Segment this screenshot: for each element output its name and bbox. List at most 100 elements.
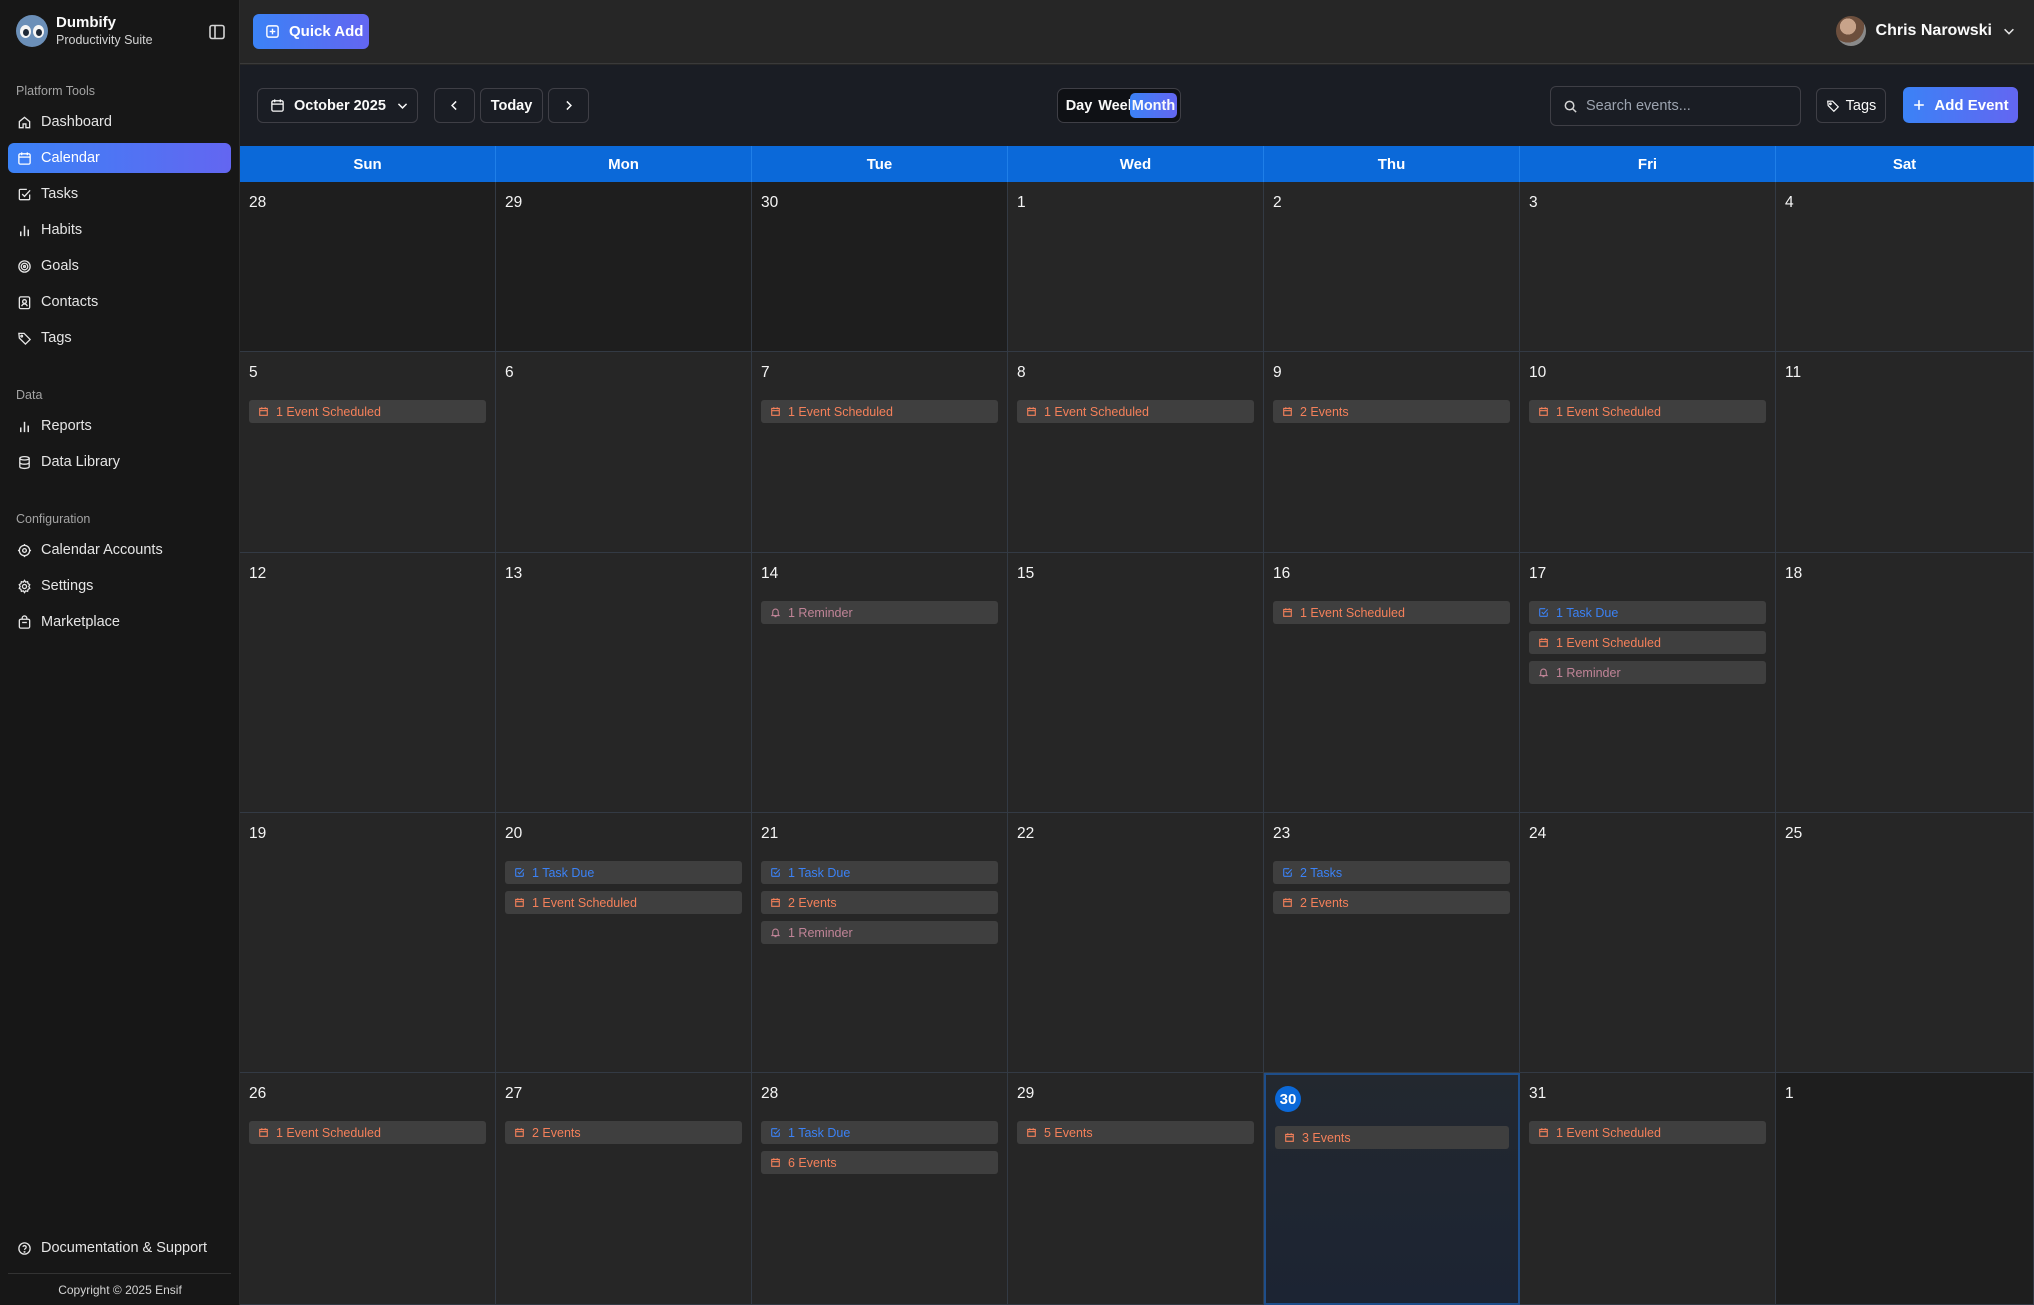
- day-cell[interactable]: 21 1 Task Due 2 Events 1 Reminder: [752, 813, 1008, 1073]
- day-cell[interactable]: 15: [1008, 553, 1264, 813]
- event-summary-pill[interactable]: 6 Events: [761, 1151, 998, 1174]
- day-cell[interactable]: 24: [1520, 813, 1776, 1073]
- user-menu[interactable]: Chris Narowski: [1835, 16, 2016, 46]
- day-cell[interactable]: 31 1 Event Scheduled: [1520, 1073, 1776, 1305]
- day-cell[interactable]: 27 2 Events: [496, 1073, 752, 1305]
- brand[interactable]: Dumbify Productivity Suite: [16, 14, 153, 48]
- event-summary-pill[interactable]: 1 Event Scheduled: [761, 400, 998, 423]
- pill-label: 1 Task Due: [1556, 605, 1619, 620]
- sidebar-item-calendar[interactable]: Calendar: [8, 143, 231, 173]
- task-summary-pill[interactable]: 1 Task Due: [1529, 601, 1766, 624]
- day-cell[interactable]: 3: [1520, 182, 1776, 352]
- task-summary-pill[interactable]: 1 Task Due: [761, 1121, 998, 1144]
- quick-add-button[interactable]: Quick Add: [253, 14, 369, 49]
- search-box: [1550, 86, 1801, 126]
- event-summary-pill[interactable]: 1 Event Scheduled: [249, 400, 486, 423]
- weekday-tue: Tue: [752, 146, 1008, 182]
- event-summary-pill[interactable]: 2 Events: [1273, 891, 1510, 914]
- day-cell-today[interactable]: 30 3 Events: [1264, 1073, 1520, 1305]
- day-cell[interactable]: 12: [240, 553, 496, 813]
- sidebar-item-data-library[interactable]: Data Library: [8, 447, 231, 477]
- day-cell[interactable]: 28: [240, 182, 496, 352]
- weekday-sun: Sun: [240, 146, 496, 182]
- day-cell[interactable]: 28 1 Task Due 6 Events: [752, 1073, 1008, 1305]
- add-event-button[interactable]: Add Event: [1903, 87, 2018, 123]
- day-cell[interactable]: 14 1 Reminder: [752, 553, 1008, 813]
- task-summary-pill[interactable]: 1 Task Due: [505, 861, 742, 884]
- calendar-icon: [1283, 898, 1292, 907]
- month-picker-button[interactable]: October 2025: [257, 88, 418, 123]
- reminder-summary-pill[interactable]: 1 Reminder: [761, 921, 998, 944]
- day-number: 17: [1529, 565, 1547, 582]
- reminder-summary-pill[interactable]: 1 Reminder: [1529, 661, 1766, 684]
- day-cell[interactable]: 16 1 Event Scheduled: [1264, 553, 1520, 813]
- calendar-icon: [1539, 407, 1548, 416]
- day-cell[interactable]: 8 1 Event Scheduled: [1008, 352, 1264, 553]
- task-summary-pill[interactable]: 1 Task Due: [761, 861, 998, 884]
- day-cell[interactable]: 13: [496, 553, 752, 813]
- tags-filter-button[interactable]: Tags: [1816, 88, 1886, 123]
- month-label: October 2025: [294, 97, 386, 114]
- pill-label: 5 Events: [1044, 1125, 1093, 1140]
- sidebar-item-tasks[interactable]: Tasks: [8, 179, 231, 209]
- event-summary-pill[interactable]: 1 Event Scheduled: [249, 1121, 486, 1144]
- day-number: 30: [761, 194, 779, 211]
- sidebar-toggle-icon[interactable]: [207, 22, 227, 42]
- sidebar-item-documentation-support[interactable]: Documentation & Support: [8, 1233, 231, 1263]
- day-cell[interactable]: 4: [1776, 182, 2034, 352]
- sidebar-item-dashboard[interactable]: Dashboard: [8, 107, 231, 137]
- sidebar-item-calendar-accounts[interactable]: Calendar Accounts: [8, 535, 231, 565]
- sidebar-item-settings[interactable]: Settings: [8, 571, 231, 601]
- day-cell[interactable]: 25: [1776, 813, 2034, 1073]
- event-summary-pill[interactable]: 2 Events: [505, 1121, 742, 1144]
- event-summary-pill[interactable]: 5 Events: [1017, 1121, 1254, 1144]
- event-summary-pill[interactable]: 1 Event Scheduled: [1529, 400, 1766, 423]
- today-button[interactable]: Today: [480, 88, 543, 123]
- sidebar-item-contacts[interactable]: Contacts: [8, 287, 231, 317]
- sidebar-item-reports[interactable]: Reports: [8, 411, 231, 441]
- event-summary-pill[interactable]: 1 Event Scheduled: [1273, 601, 1510, 624]
- day-cell[interactable]: 17 1 Task Due 1 Event Scheduled 1 Reminder: [1520, 553, 1776, 813]
- event-summary-pill[interactable]: 1 Event Scheduled: [1529, 1121, 1766, 1144]
- calendar-icon: [271, 99, 284, 112]
- search-input[interactable]: [1586, 98, 1786, 114]
- day-cell[interactable]: 1: [1776, 1073, 2034, 1305]
- sidebar-item-tags[interactable]: Tags: [8, 323, 231, 353]
- day-cell[interactable]: 9 2 Events: [1264, 352, 1520, 553]
- sidebar-item-marketplace[interactable]: Marketplace: [8, 607, 231, 637]
- previous-month-button[interactable]: [434, 88, 475, 123]
- day-cell[interactable]: 30: [752, 182, 1008, 352]
- calendar-icon: [18, 151, 31, 165]
- day-cell[interactable]: 7 1 Event Scheduled: [752, 352, 1008, 553]
- day-cell[interactable]: 10 1 Event Scheduled: [1520, 352, 1776, 553]
- day-cell[interactable]: 22: [1008, 813, 1264, 1073]
- event-summary-pill[interactable]: 1 Event Scheduled: [1017, 400, 1254, 423]
- day-cell[interactable]: 11: [1776, 352, 2034, 553]
- day-cell[interactable]: 29: [496, 182, 752, 352]
- day-cell[interactable]: 2: [1264, 182, 1520, 352]
- day-cell[interactable]: 18: [1776, 553, 2034, 813]
- next-month-button[interactable]: [548, 88, 589, 123]
- view-day-tab[interactable]: Day: [1062, 93, 1096, 118]
- view-month-tab[interactable]: Month: [1130, 93, 1177, 118]
- event-summary-pill[interactable]: 2 Events: [1273, 400, 1510, 423]
- reminder-summary-pill[interactable]: 1 Reminder: [761, 601, 998, 624]
- day-number: 26: [249, 1085, 267, 1102]
- event-summary-pill[interactable]: 2 Events: [761, 891, 998, 914]
- day-cell[interactable]: 26 1 Event Scheduled: [240, 1073, 496, 1305]
- calendar-icon: [1539, 1128, 1548, 1137]
- event-summary-pill[interactable]: 1 Event Scheduled: [505, 891, 742, 914]
- task-summary-pill[interactable]: 2 Tasks: [1273, 861, 1510, 884]
- event-summary-pill[interactable]: 3 Events: [1275, 1126, 1509, 1149]
- day-cell[interactable]: 23 2 Tasks 2 Events: [1264, 813, 1520, 1073]
- day-cell[interactable]: 6: [496, 352, 752, 553]
- sidebar-item-goals[interactable]: Goals: [8, 251, 231, 281]
- day-cell[interactable]: 5 1 Event Scheduled: [240, 352, 496, 553]
- day-cell[interactable]: 1: [1008, 182, 1264, 352]
- event-summary-pill[interactable]: 1 Event Scheduled: [1529, 631, 1766, 654]
- sidebar-item-label: Calendar: [41, 150, 100, 166]
- day-cell[interactable]: 29 5 Events: [1008, 1073, 1264, 1305]
- day-cell[interactable]: 19: [240, 813, 496, 1073]
- sidebar-item-habits[interactable]: Habits: [8, 215, 231, 245]
- day-cell[interactable]: 20 1 Task Due 1 Event Scheduled: [496, 813, 752, 1073]
